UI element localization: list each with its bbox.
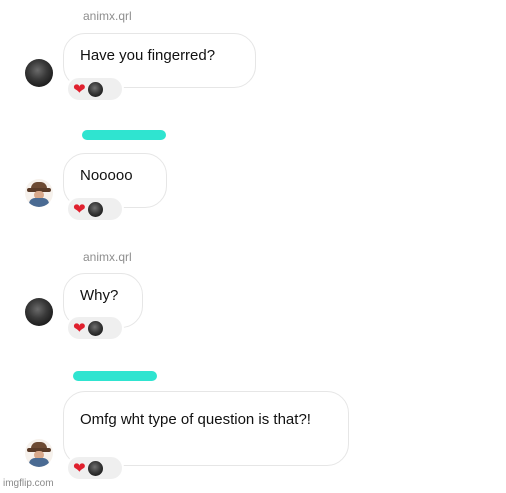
- sender-username[interactable]: animx.qrl: [83, 9, 132, 23]
- message-reactions[interactable]: ❤: [66, 196, 124, 222]
- redacted-username: [73, 371, 157, 381]
- redacted-username: [82, 130, 166, 140]
- sender-avatar[interactable]: [25, 59, 53, 87]
- message-text: Have you fingerred?: [80, 47, 216, 64]
- sender-avatar[interactable]: [25, 179, 53, 207]
- sender-avatar[interactable]: [25, 298, 53, 326]
- reactor-avatar: [87, 460, 103, 476]
- reactor-avatar: [87, 320, 103, 336]
- message-text: Omfg wht type of question is that?!: [80, 411, 311, 428]
- heart-icon: ❤: [73, 79, 86, 98]
- heart-icon: ❤: [73, 199, 86, 218]
- sender-avatar[interactable]: [25, 439, 53, 467]
- reactor-avatar: [87, 81, 103, 97]
- heart-icon: ❤: [73, 318, 86, 337]
- message-text: Nooooo: [80, 167, 133, 184]
- message-reactions[interactable]: ❤: [66, 76, 124, 102]
- heart-icon: ❤: [73, 458, 86, 477]
- watermark: imgflip.com: [3, 478, 54, 489]
- message-reactions[interactable]: ❤: [66, 315, 124, 341]
- avatar-body: [29, 458, 49, 467]
- avatar-body: [29, 198, 49, 207]
- message-reactions[interactable]: ❤: [66, 455, 124, 481]
- reactor-avatar: [87, 201, 103, 217]
- message-text: Why?: [80, 287, 119, 304]
- sender-username[interactable]: animx.qrl: [83, 250, 132, 264]
